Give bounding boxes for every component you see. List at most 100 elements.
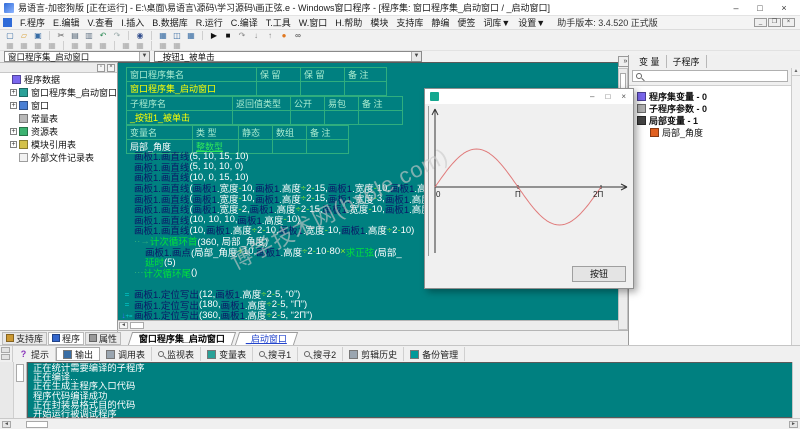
find-icon[interactable]: ◉ [134, 31, 146, 41]
popup-close-button[interactable]: × [621, 90, 626, 103]
variable-tree-item[interactable]: 子程序参数 - 0 [629, 102, 791, 114]
mdi-restore-button[interactable]: ❐ [768, 18, 781, 27]
menu-item[interactable]: T.工具 [262, 16, 295, 29]
table-cell[interactable] [257, 82, 301, 96]
running-program-window[interactable]: – □ × 0Π2Π 按钮 [424, 88, 634, 289]
mdi-close-button[interactable]: × [782, 18, 795, 27]
menu-item[interactable]: E.编辑 [49, 16, 84, 29]
redo-icon[interactable]: ↷ [111, 31, 123, 41]
find-all-icon[interactable]: ∞ [292, 31, 304, 41]
tree-item[interactable]: +窗口 [0, 99, 117, 112]
tree-item[interactable]: 外部文件记录表 [0, 151, 117, 164]
editor-hscrollbar[interactable]: ◄ [118, 320, 618, 330]
tree-item[interactable]: +窗口程序集_启动窗口 [0, 86, 117, 99]
menu-item[interactable]: 模块 [366, 16, 392, 29]
code-line[interactable]: ↓+=画板1.定位写出 (360, 画板1.高度 ÷ 2 - 5, “2Π”) [120, 310, 618, 321]
step-out-icon[interactable]: ↑ [264, 31, 276, 41]
panel-tab-属性[interactable]: 属性 [85, 332, 121, 345]
bottom-hscroll-thumb[interactable] [26, 421, 48, 428]
open-file-icon[interactable]: ▱ [18, 31, 30, 41]
menu-item[interactable]: 便签 [453, 16, 479, 29]
center-vertical-icon[interactable]: ▦ [171, 41, 183, 51]
assembly-combobox[interactable]: 窗口程序集_启动窗口 ▼ [4, 51, 150, 62]
chevron-down-icon[interactable]: ▼ [411, 52, 421, 61]
compiler-output[interactable]: 正在统计需要编译的子程序正在编译...正在生成主程序入口代码程序代码编译成功正在… [27, 362, 792, 418]
table-cell[interactable] [325, 111, 359, 125]
align-top-icon[interactable]: ▦ [32, 41, 44, 51]
menu-item[interactable]: H.帮助 [331, 16, 366, 29]
menu-item[interactable]: 设置▼ [514, 16, 549, 29]
bottom-tab-提示[interactable]: ?提示 [13, 347, 56, 361]
bottom-tab-监视表[interactable]: 监视表 [152, 347, 201, 361]
bottom-tab-调用表[interactable]: 调用表 [100, 347, 152, 361]
bottom-tab-变量表[interactable]: 变量表 [201, 347, 253, 361]
menu-item[interactable]: W.窗口 [295, 16, 332, 29]
tree-item[interactable]: +资源表 [0, 125, 117, 138]
menu-item[interactable]: B.数据库 [148, 16, 192, 29]
draw-button[interactable]: 按钮 [572, 266, 626, 282]
table-cell[interactable] [345, 82, 387, 96]
bottom-tab-备份管理[interactable]: 备份管理 [404, 347, 465, 361]
expand-icon[interactable]: + [10, 102, 17, 109]
step-over-icon[interactable]: ↷ [236, 31, 248, 41]
space-horizontal-icon[interactable]: ▦ [120, 41, 132, 51]
window-layout-2-icon[interactable]: ◫ [171, 31, 183, 41]
menu-item[interactable]: V.查看 [84, 16, 118, 29]
variables-panel-tab[interactable]: 变 量 [633, 55, 667, 68]
undo-icon[interactable]: ↶ [97, 31, 109, 41]
popup-titlebar[interactable]: – □ × [425, 89, 633, 104]
pin-icon[interactable]: ▫ [97, 64, 105, 72]
align-right-icon[interactable]: ▦ [18, 41, 30, 51]
bottom-tab-剪辑历史[interactable]: 剪辑历史 [343, 347, 404, 361]
align-bottom-icon[interactable]: ▦ [46, 41, 58, 51]
scroll-up-icon[interactable]: ▲ [792, 68, 800, 76]
menu-item[interactable]: R.运行 [192, 16, 227, 29]
table-cell[interactable] [301, 82, 345, 96]
align-left-icon[interactable]: ▦ [4, 41, 16, 51]
table-cell[interactable] [291, 111, 325, 125]
output-left-scrollbar[interactable] [14, 362, 27, 418]
sheet-tab[interactable]: 窗口程序集_启动窗口 [128, 332, 236, 345]
popup-maximize-button[interactable]: □ [605, 90, 610, 103]
same-size-icon[interactable]: ▦ [69, 41, 81, 51]
window-layout-3-icon[interactable]: ▦ [185, 31, 197, 41]
collapse-panel-button[interactable] [1, 347, 10, 353]
sheet-tab[interactable]: _启动窗口 [235, 332, 298, 345]
expand-panel-button[interactable] [1, 354, 10, 360]
table-cell[interactable] [233, 111, 291, 125]
table-cell[interactable] [359, 111, 403, 125]
bottom-tab-搜寻2[interactable]: 搜寻2 [298, 347, 343, 361]
center-horizontal-icon[interactable]: ▦ [157, 41, 169, 51]
menu-item[interactable]: C.编译 [227, 16, 262, 29]
close-button[interactable]: × [772, 1, 796, 15]
run-icon[interactable]: ▶ [208, 31, 220, 41]
same-width-icon[interactable]: ▦ [83, 41, 95, 51]
menu-item[interactable]: F.程序 [16, 16, 49, 29]
bottom-tab-输出[interactable]: 输出 [56, 347, 100, 361]
maximize-button[interactable]: □ [748, 1, 772, 15]
bottom-tab-搜寻1[interactable]: 搜寻1 [253, 347, 298, 361]
menu-item[interactable]: 词库▼ [479, 16, 514, 29]
scroll-left-icon[interactable]: ◄ [2, 421, 11, 428]
stop-icon[interactable]: ■ [222, 31, 234, 41]
chevron-down-icon[interactable]: ▼ [139, 52, 149, 61]
tree-item[interactable]: 常量表 [0, 112, 117, 125]
bottom-hscrollbar[interactable]: ◄ ► [0, 418, 800, 429]
scroll-left-icon[interactable]: ◄ [119, 322, 128, 329]
table-cell[interactable]: _按钮1_被单击 [127, 111, 233, 125]
panel-tab-程序[interactable]: 程序 [48, 332, 84, 345]
mdi-minimize-button[interactable]: _ [754, 18, 767, 27]
space-vertical-icon[interactable]: ▦ [134, 41, 146, 51]
tree-item-root[interactable]: 程序数据 [0, 73, 117, 86]
expand-icon[interactable]: + [10, 89, 17, 96]
variable-tree-item[interactable]: 局部_角度 [629, 126, 791, 138]
variables-panel-tab[interactable]: 子程序 [667, 55, 707, 68]
panel-tab-支持库[interactable]: 支持库 [2, 332, 47, 345]
output-vscrollbar[interactable] [792, 362, 800, 418]
close-icon[interactable]: × [107, 64, 115, 72]
save-icon[interactable]: ▣ [32, 31, 44, 41]
paste-icon[interactable]: ▥ [83, 31, 95, 41]
new-file-icon[interactable]: ▢ [4, 31, 16, 41]
pause-hand-icon[interactable]: ● [278, 31, 290, 41]
menu-item[interactable]: 静编 [427, 16, 453, 29]
